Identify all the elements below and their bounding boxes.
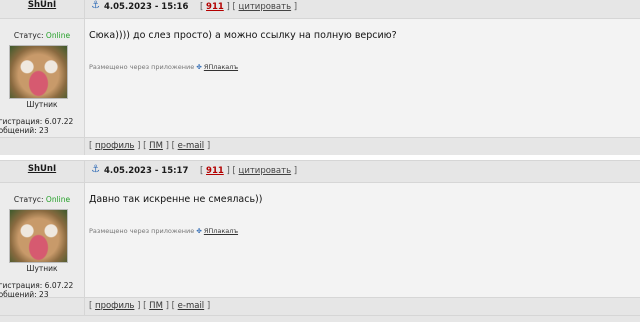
author-username[interactable]: ShUnI [0, 0, 84, 10]
post-text: Сюка)))) до слез просто) а можно ссылку … [89, 30, 397, 41]
quote-link[interactable]: цитировать [239, 166, 292, 176]
author-message-count: ообщений: 23 [0, 126, 49, 135]
post-footer: [ профиль ] [ ПМ ] [ e-mail ] [85, 297, 640, 315]
profile-link[interactable]: профиль [95, 141, 134, 151]
profile-link[interactable]: профиль [95, 301, 134, 311]
post-rating-link[interactable]: 911 [206, 2, 224, 12]
author-status: Статус: Online [13, 195, 71, 204]
avatar [9, 209, 68, 263]
author-panel: ShUnI Статус: Online Шутник егистрация: … [0, 160, 85, 315]
forum-post: ShUnI Статус: Online Шутник егистрация: … [0, 160, 640, 315]
anchor-icon[interactable]: ⚓ [91, 1, 101, 11]
post-header: ⚓ 4.05.2023 - 15:16 [ 911 ] [ цитировать… [85, 0, 640, 19]
author-status: Статус: Online [13, 31, 71, 40]
forum-post: ShUnI Статус: Online Шутник егистрация: … [0, 0, 640, 155]
post-date: 4.05.2023 - 15:17 [104, 166, 189, 176]
pm-link[interactable]: ПМ [149, 301, 163, 311]
post-actions: [ 911 ] [ цитировать ] [200, 2, 298, 12]
online-status: Online [45, 195, 71, 204]
anchor-icon[interactable]: ⚓ [91, 165, 101, 175]
post-text: Давно так искренне не смеялась)) [89, 194, 263, 205]
posted-via: Размещено через приложение ✤ ЯПлакалъ [89, 63, 239, 71]
author-rank: Шутник [26, 100, 58, 109]
author-username[interactable]: ShUnI [0, 164, 84, 174]
post-body: ⚓ 4.05.2023 - 15:16 [ 911 ] [ цитировать… [85, 0, 640, 155]
author-registration: егистрация: 6.07.22 [0, 117, 74, 126]
email-link[interactable]: e-mail [178, 141, 205, 151]
post-rating-link[interactable]: 911 [206, 166, 224, 176]
post-body: ⚓ 4.05.2023 - 15:17 [ 911 ] [ цитировать… [85, 160, 640, 315]
post-footer: [ профиль ] [ ПМ ] [ e-mail ] [85, 137, 640, 155]
app-icon: ✤ [196, 63, 202, 71]
avatar [9, 45, 68, 99]
post-date: 4.05.2023 - 15:16 [104, 2, 189, 12]
author-panel: ShUnI Статус: Online Шутник егистрация: … [0, 0, 85, 155]
posted-via: Размещено через приложение ✤ ЯПлакалъ [89, 227, 239, 235]
online-status: Online [45, 31, 71, 40]
email-link[interactable]: e-mail [178, 301, 205, 311]
author-rank: Шутник [26, 264, 58, 273]
post-header: ⚓ 4.05.2023 - 15:17 [ 911 ] [ цитировать… [85, 160, 640, 183]
post-actions: [ 911 ] [ цитировать ] [200, 166, 298, 176]
pm-link[interactable]: ПМ [149, 141, 163, 151]
app-icon: ✤ [196, 227, 202, 235]
app-link[interactable]: ЯПлакалъ [204, 63, 238, 71]
quote-link[interactable]: цитировать [239, 2, 292, 12]
author-registration: егистрация: 6.07.22 [0, 281, 74, 290]
app-link[interactable]: ЯПлакалъ [204, 227, 238, 235]
